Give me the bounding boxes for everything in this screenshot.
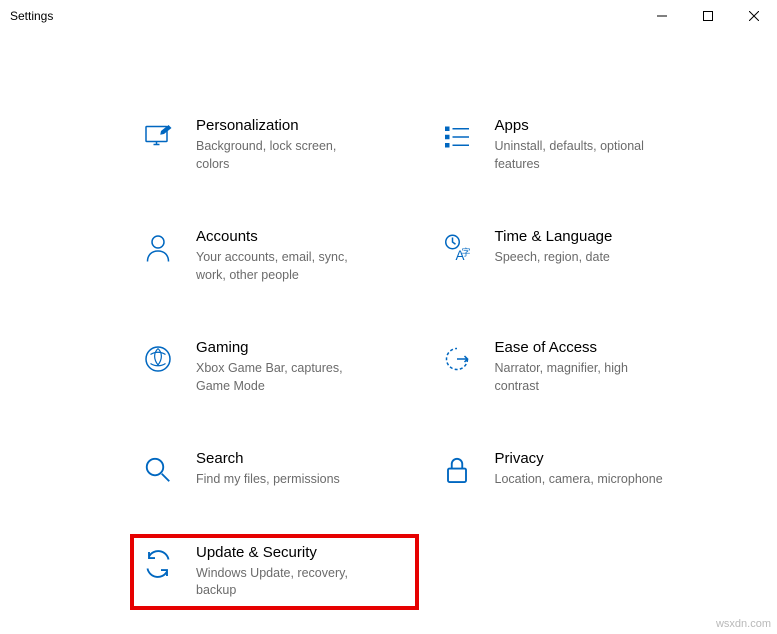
titlebar: Settings [0, 0, 777, 32]
window-controls [639, 0, 777, 32]
tile-title: Ease of Access [495, 339, 670, 356]
tile-text: Privacy Location, camera, microphone [495, 450, 663, 489]
tile-privacy[interactable]: Privacy Location, camera, microphone [439, 450, 718, 489]
tile-text: Time & Language Speech, region, date [495, 228, 613, 267]
tile-text: Gaming Xbox Game Bar, captures, Game Mod… [196, 339, 371, 395]
update-security-icon [140, 546, 176, 582]
personalization-icon [140, 119, 176, 155]
tile-personalization[interactable]: Personalization Background, lock screen,… [140, 117, 419, 173]
window-title: Settings [10, 9, 53, 23]
ease-of-access-icon [439, 341, 475, 377]
accounts-icon [140, 230, 176, 266]
tile-title: Update & Security [196, 544, 371, 561]
tile-title: Accounts [196, 228, 371, 245]
tile-text: Personalization Background, lock screen,… [196, 117, 371, 173]
tile-subtitle: Your accounts, email, sync, work, other … [196, 249, 371, 284]
tile-subtitle: Find my files, permissions [196, 471, 340, 489]
tile-subtitle: Background, lock screen, colors [196, 138, 371, 173]
tile-subtitle: Xbox Game Bar, captures, Game Mode [196, 360, 371, 395]
close-button[interactable] [731, 0, 777, 32]
search-icon [140, 452, 176, 488]
tile-title: Apps [495, 117, 670, 134]
tile-text: Apps Uninstall, defaults, optional featu… [495, 117, 670, 173]
tile-title: Privacy [495, 450, 663, 467]
tile-time-language[interactable]: A 字 Time & Language Speech, region, date [439, 228, 718, 284]
tile-update-security[interactable]: Update & Security Windows Update, recove… [130, 534, 419, 610]
time-language-icon: A 字 [439, 230, 475, 266]
settings-content: Personalization Background, lock screen,… [0, 32, 777, 610]
minimize-button[interactable] [639, 0, 685, 32]
tile-text: Ease of Access Narrator, magnifier, high… [495, 339, 670, 395]
tile-subtitle: Speech, region, date [495, 249, 613, 267]
tile-title: Gaming [196, 339, 371, 356]
tile-subtitle: Narrator, magnifier, high contrast [495, 360, 670, 395]
tile-title: Time & Language [495, 228, 613, 245]
tile-search[interactable]: Search Find my files, permissions [140, 450, 419, 489]
tile-subtitle: Location, camera, microphone [495, 471, 663, 489]
tile-apps[interactable]: Apps Uninstall, defaults, optional featu… [439, 117, 718, 173]
tile-text: Accounts Your accounts, email, sync, wor… [196, 228, 371, 284]
tile-accounts[interactable]: Accounts Your accounts, email, sync, wor… [140, 228, 419, 284]
tile-subtitle: Windows Update, recovery, backup [196, 565, 371, 600]
maximize-button[interactable] [685, 0, 731, 32]
settings-grid: Personalization Background, lock screen,… [140, 117, 717, 610]
tile-gaming[interactable]: Gaming Xbox Game Bar, captures, Game Mod… [140, 339, 419, 395]
privacy-icon [439, 452, 475, 488]
tile-ease-of-access[interactable]: Ease of Access Narrator, magnifier, high… [439, 339, 718, 395]
tile-title: Personalization [196, 117, 371, 134]
tile-text: Search Find my files, permissions [196, 450, 340, 489]
svg-text:字: 字 [461, 247, 470, 258]
apps-icon [439, 119, 475, 155]
tile-text: Update & Security Windows Update, recove… [196, 544, 371, 600]
gaming-icon [140, 341, 176, 377]
watermark: wsxdn.com [716, 618, 771, 630]
tile-title: Search [196, 450, 340, 467]
tile-subtitle: Uninstall, defaults, optional features [495, 138, 670, 173]
